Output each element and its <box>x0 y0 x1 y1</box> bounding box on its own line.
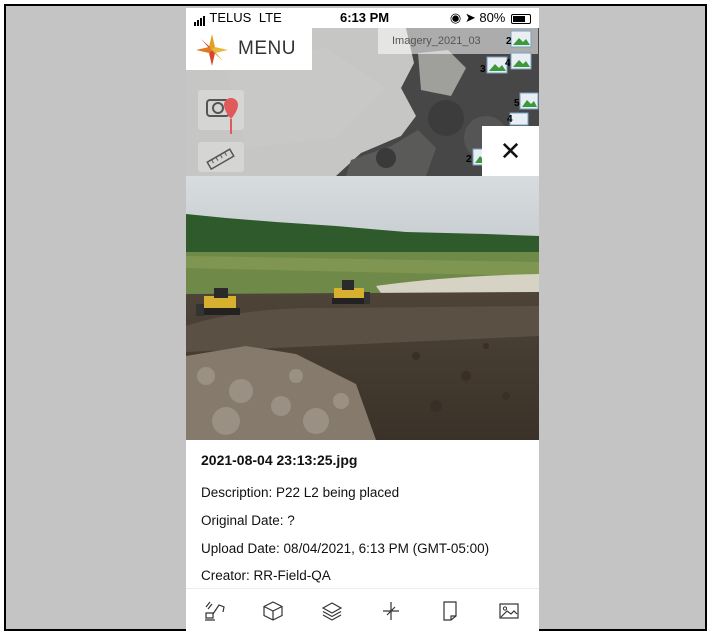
menu-button[interactable]: MENU <box>186 28 312 70</box>
status-left: TELUS LTE <box>194 10 282 27</box>
photo-filename: 2021-08-04 23:13:25.jpg <box>201 452 358 468</box>
bottom-toolbar <box>186 588 539 633</box>
cube-icon[interactable] <box>261 599 285 623</box>
signal-icon <box>194 11 206 27</box>
site-photo <box>186 176 539 440</box>
phone-screen: TELUS LTE 6:13 PM ◉ ➤ 80% MENU Imagery_2… <box>186 8 539 633</box>
carrier-label: TELUS <box>209 10 252 25</box>
photo-cluster-marker[interactable]: 5 <box>514 92 539 113</box>
photo-original-date: Original Date: ? <box>201 513 295 528</box>
ruler-icon <box>206 148 235 171</box>
photo-cluster-marker[interactable]: 4 <box>505 52 532 73</box>
menu-label: MENU <box>238 38 296 59</box>
imagery-text: Imagery_2021_03 <box>392 35 481 47</box>
close-button[interactable]: ✕ <box>482 126 539 176</box>
status-time: 6:13 PM <box>340 10 390 25</box>
status-bar: TELUS LTE 6:13 PM ◉ ➤ 80% <box>186 8 539 28</box>
excavator-icon[interactable] <box>203 599 227 623</box>
photo-thumbnail-icon <box>510 52 532 70</box>
document-icon[interactable] <box>438 599 462 623</box>
network-label: LTE <box>258 10 282 25</box>
layers-icon[interactable] <box>320 599 344 623</box>
cluster-count: 4 <box>507 114 513 125</box>
camera-pin-icon <box>206 98 238 134</box>
cluster-count: 4 <box>505 58 511 69</box>
photo-info-panel: 2021-08-04 23:13:25.jpg Description: P22… <box>186 440 539 588</box>
photo-description: Description: P22 L2 being placed <box>201 485 400 500</box>
measure-button[interactable] <box>198 142 244 172</box>
cluster-count: 2 <box>506 36 512 47</box>
lock-rotation-icon: ◉ <box>449 10 462 25</box>
photo-thumbnail-icon <box>519 92 539 110</box>
logo-icon <box>196 34 228 66</box>
location-icon: ➤ <box>464 10 476 25</box>
photo-cluster-marker[interactable]: 2 <box>506 30 532 51</box>
construction-site-image <box>186 176 539 440</box>
photo-upload-date: Upload Date: 08/04/2021, 6:13 PM (GMT-05… <box>201 541 490 556</box>
close-icon: ✕ <box>499 136 522 166</box>
add-photo-button[interactable] <box>198 90 244 134</box>
cluster-count: 2 <box>466 154 472 165</box>
cluster-count: 5 <box>514 98 520 109</box>
status-right: ◉ ➤ 80% <box>450 10 531 26</box>
battery-label: 80% <box>479 10 506 25</box>
photo-thumbnail-icon <box>510 30 532 48</box>
cluster-count: 3 <box>480 64 486 75</box>
battery-icon <box>511 13 531 24</box>
photo-creator: Creator: RR-Field-QA <box>201 568 331 583</box>
axis-icon[interactable] <box>379 599 403 623</box>
image-icon[interactable] <box>497 599 521 623</box>
